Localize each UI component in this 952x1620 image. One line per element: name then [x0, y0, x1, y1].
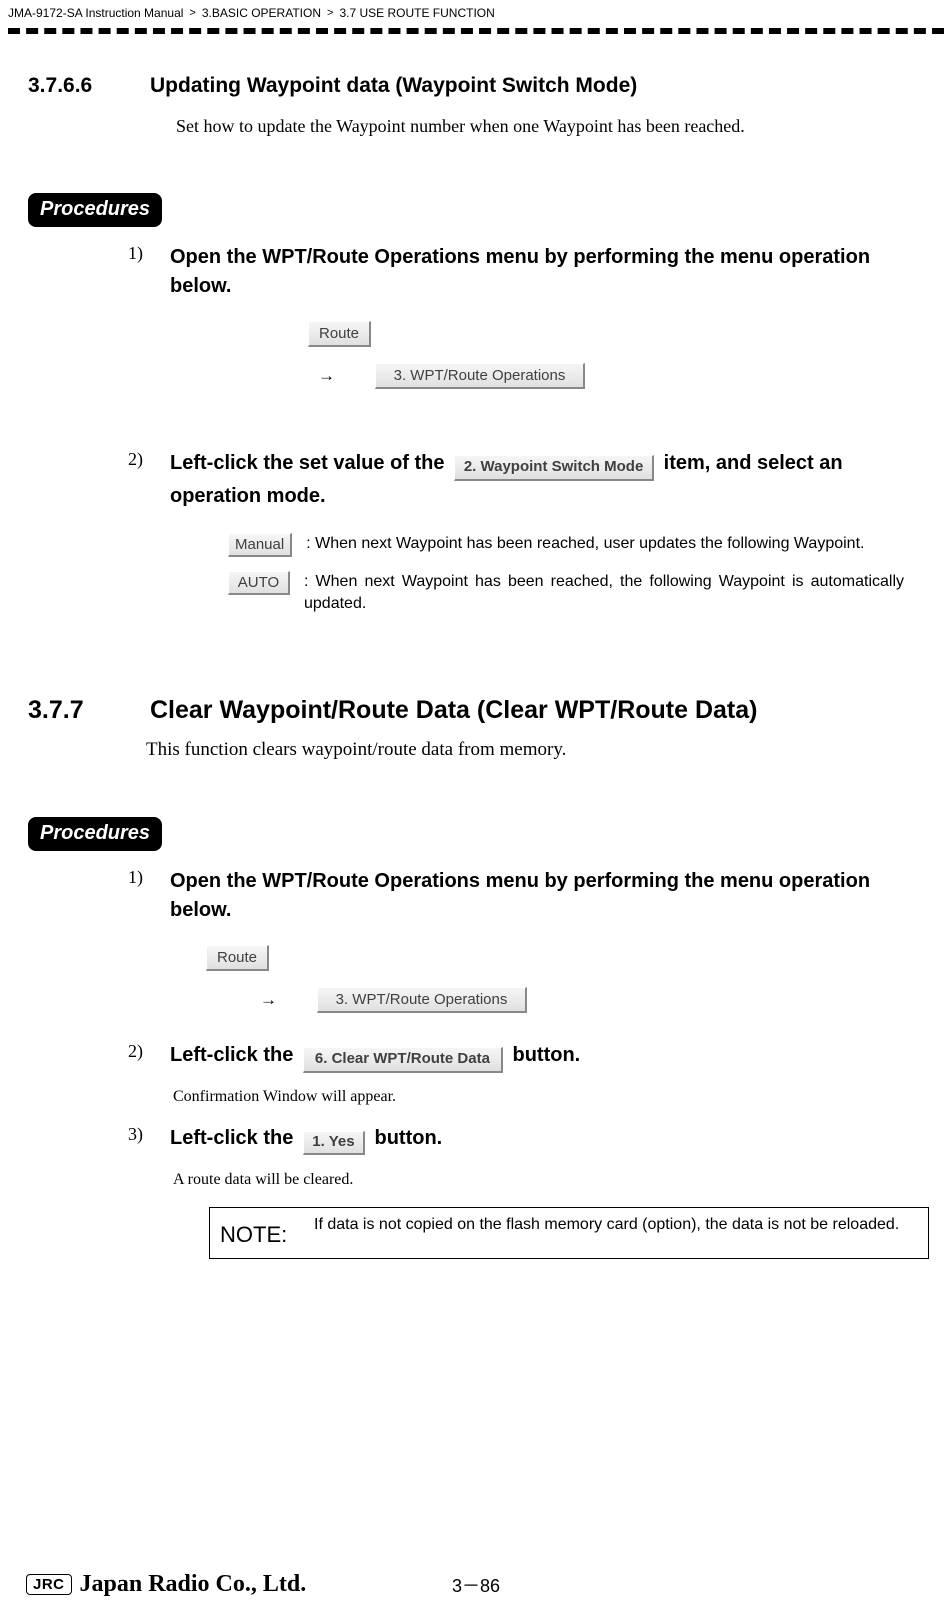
section-intro: This function clears waypoint/route data… — [146, 739, 924, 761]
crumb-sep: > — [189, 7, 195, 19]
note-text: If data is not copied on the flash memor… — [314, 1208, 905, 1258]
step-number: 2) — [128, 449, 170, 511]
section-intro: Set how to update the Waypoint number wh… — [176, 116, 924, 137]
step-2: 2) Left-click the set value of the 2. Wa… — [128, 449, 924, 511]
step-1: 1) Open the WPT/Route Operations menu by… — [128, 243, 924, 301]
section-title: Clear Waypoint/Route Data (Clear WPT/Rou… — [150, 696, 757, 725]
section-title: Updating Waypoint data (Waypoint Switch … — [150, 74, 637, 98]
jrc-logo-box: JRC — [26, 1574, 72, 1595]
cleared-text: A route data will be cleared. — [173, 1171, 924, 1189]
page-number: 3－86 — [452, 1572, 500, 1598]
sec2-step-3: 3) Left-click the 1. Yes button. — [128, 1124, 924, 1157]
note-label: NOTE: — [210, 1208, 314, 1258]
procedures-badge: Procedures — [28, 817, 162, 851]
menu-path-arrow-row-2: → 3. WPT/Route Operations — [260, 987, 924, 1013]
step-number: 1) — [128, 243, 170, 301]
step-text-pre: Left-click the — [170, 1044, 299, 1066]
header-rule — [8, 28, 944, 34]
route-button[interactable]: Route — [308, 321, 371, 347]
option-manual-row: Manual : When next Waypoint has been rea… — [228, 533, 924, 557]
wpt-route-operations-button[interactable]: 3. WPT/Route Operations — [375, 363, 585, 389]
arrow-right-icon: → — [318, 366, 335, 386]
crumb-sep: > — [327, 7, 333, 19]
menu-path-arrow-row: → 3. WPT/Route Operations — [318, 363, 924, 389]
note-box: NOTE: If data is not copied on the flash… — [209, 1207, 929, 1259]
step-number: 3) — [128, 1124, 170, 1157]
route-button[interactable]: Route — [206, 945, 269, 971]
step-text-post: button. — [369, 1127, 442, 1149]
step-text: Left-click the 6. Clear WPT/Route Data b… — [170, 1041, 580, 1074]
step-text-pre: Left-click the — [170, 1127, 299, 1149]
auto-desc: : When next Waypoint has been reached, t… — [304, 571, 924, 616]
option-block: Manual : When next Waypoint has been rea… — [228, 533, 924, 616]
section-number: 3.7.6.6 — [28, 74, 146, 98]
section-3-7-7: 3.7.7 Clear Waypoint/Route Data (Clear W… — [28, 696, 924, 761]
step-text: Left-click the 1. Yes button. — [170, 1124, 442, 1157]
wpt-route-operations-button[interactable]: 3. WPT/Route Operations — [317, 987, 527, 1013]
section-number: 3.7.7 — [28, 696, 146, 725]
arrow-right-icon: → — [260, 990, 277, 1010]
crumb-section: 3.7 USE ROUTE FUNCTION — [339, 6, 494, 20]
sec2-step-2: 2) Left-click the 6. Clear WPT/Route Dat… — [128, 1041, 924, 1074]
confirmation-text: Confirmation Window will appear. — [173, 1088, 924, 1106]
company-name: Japan Radio Co., Ltd. — [80, 1571, 307, 1598]
step-number: 1) — [128, 867, 170, 925]
menu-path-route-2: Route — [206, 945, 924, 971]
procedures-badge: Procedures — [28, 193, 162, 227]
manual-button[interactable]: Manual — [228, 533, 292, 557]
crumb-chapter: 3.BASIC OPERATION — [202, 6, 321, 20]
clear-wpt-route-data-button[interactable]: 6. Clear WPT/Route Data — [303, 1047, 503, 1073]
step-text-pre: Left-click the set value of the — [170, 452, 450, 474]
step-text-post: button. — [507, 1044, 580, 1066]
yes-button[interactable]: 1. Yes — [303, 1131, 365, 1155]
section-3-7-6-6: 3.7.6.6 Updating Waypoint data (Waypoint… — [28, 74, 924, 137]
option-auto-row: AUTO : When next Waypoint has been reach… — [228, 571, 924, 616]
step-text: Open the WPT/Route Operations menu by pe… — [170, 243, 924, 301]
menu-path-route: Route — [308, 321, 924, 347]
footer-logo: JRC Japan Radio Co., Ltd. — [26, 1571, 306, 1598]
breadcrumb: JMA-9172-SA Instruction Manual > 3.BASIC… — [0, 0, 952, 24]
waypoint-switch-mode-button[interactable]: 2. Waypoint Switch Mode — [454, 455, 654, 481]
step-number: 2) — [128, 1041, 170, 1074]
step-text: Left-click the set value of the 2. Waypo… — [170, 449, 924, 511]
auto-button[interactable]: AUTO — [228, 571, 290, 595]
sec2-step-1: 1) Open the WPT/Route Operations menu by… — [128, 867, 924, 925]
step-text: Open the WPT/Route Operations menu by pe… — [170, 867, 924, 925]
crumb-manual: JMA-9172-SA Instruction Manual — [8, 6, 183, 20]
page-footer: JRC Japan Radio Co., Ltd. 3－86 — [0, 1572, 952, 1598]
manual-desc: : When next Waypoint has been reached, u… — [306, 533, 924, 557]
